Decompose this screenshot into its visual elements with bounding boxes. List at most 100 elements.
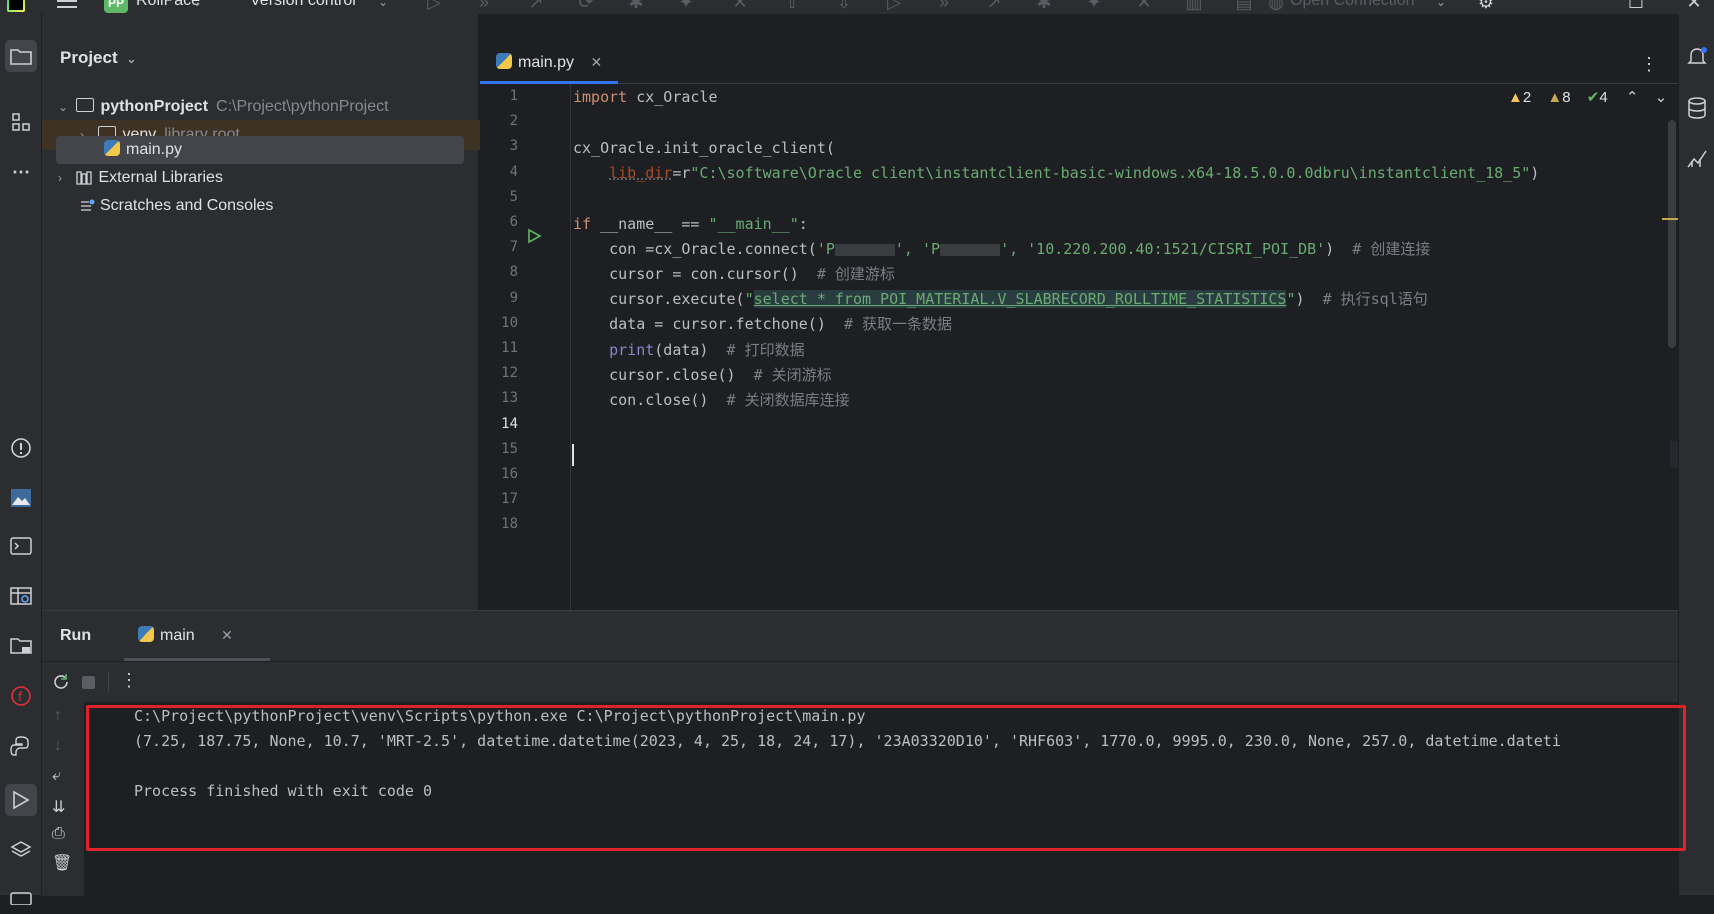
line-number: 18 [501, 516, 518, 533]
project-panel-title[interactable]: Project ⌄ [60, 48, 136, 68]
run-panel-title: Run [60, 627, 92, 644]
arrow-up-icon[interactable]: ↑ [54, 707, 62, 725]
vcs-menu[interactable]: Version control [250, 0, 356, 10]
layers-icon[interactable] [5, 834, 37, 866]
tab-main-py[interactable]: main.py ✕ [480, 42, 618, 84]
more-tools-icon[interactable]: ⋯ [5, 156, 37, 188]
line-number: 2 [509, 113, 518, 130]
project-folder-icon[interactable] [5, 40, 37, 72]
python-console-icon[interactable] [5, 530, 37, 562]
plugin-icon[interactable]: ✦ [676, 0, 696, 11]
code-text: : [798, 215, 808, 233]
line-number-gutter: 1 2 3 4 5 6 7 8 9 10 11 12 13 14 15 16 17 18 [480, 84, 570, 610]
scratches-icon [80, 191, 98, 221]
tree-item-scratches[interactable]: Scratches and Consoles [42, 191, 517, 221]
rerun-icon[interactable] [51, 672, 71, 692]
line-number: 17 [501, 491, 518, 508]
line-number: 14 [501, 415, 518, 432]
code-text: cursor.close() [609, 366, 736, 384]
svg-text:f: f [18, 690, 23, 704]
run-icon[interactable]: ▷ [424, 0, 444, 11]
plugin-icon[interactable]: ✦ [1084, 0, 1104, 11]
run-panel-header: Run main ✕ [42, 611, 1678, 661]
code-string: " [744, 290, 754, 308]
step-icon[interactable]: ↗ [984, 0, 1004, 11]
sync-icon[interactable]: ⟳ [576, 0, 596, 11]
tree-item-project-root[interactable]: ⌄ pythonProject C:\Project\pythonProject [42, 92, 495, 122]
clipboard-icon[interactable]: ▤ [1234, 0, 1254, 11]
project-panel: Project ⌄ ⌄ pythonProject C:\Project\pyth… [42, 14, 517, 610]
project-root-path: C:\Project\pythonProject [216, 98, 389, 115]
line-number: 16 [501, 466, 518, 482]
close-icon[interactable]: ✕ [730, 0, 750, 11]
code-comment: # 执行sql语句 [1322, 290, 1428, 308]
print-icon[interactable]: ⎙ [52, 825, 65, 843]
step-icon[interactable]: ↗ [526, 0, 546, 11]
run-gutter-icon[interactable] [526, 228, 542, 244]
image-viewer-icon[interactable] [5, 482, 37, 514]
code-editor[interactable]: import cx_Oracle cx_Oracle.init_oracle_c… [570, 84, 1670, 610]
inspection-widget[interactable]: ▲2 ▲8 ✔4 ⌃ ⌄ [1508, 88, 1667, 106]
code-text: __name__ == [591, 215, 709, 233]
database-icon[interactable] [1681, 92, 1713, 124]
close-tab-icon[interactable]: ✕ [221, 627, 233, 643]
run-tab-main[interactable]: main ✕ [124, 611, 270, 661]
f-plugin-icon[interactable]: f [5, 680, 37, 712]
code-text: data = cursor.fetchone() [609, 315, 826, 333]
debug-icon[interactable]: ✱ [1034, 0, 1054, 11]
rerun-icon[interactable]: » [934, 0, 954, 11]
notifications-bell-icon[interactable] [1681, 40, 1713, 72]
close-tab-icon[interactable]: ✕ [590, 54, 602, 70]
maximize-icon[interactable]: ☐ [1626, 0, 1646, 11]
code-line-6: if __name__ == "__main__": [573, 211, 808, 238]
rerun-icon[interactable]: » [474, 0, 494, 11]
terminal-icon[interactable] [5, 882, 37, 914]
settings-gear-icon[interactable]: ⚙ [1476, 0, 1496, 11]
main-menu-icon[interactable] [57, 0, 77, 12]
debug-icon[interactable]: ✱ [626, 0, 646, 11]
run-tool-icon[interactable] [5, 784, 37, 816]
chevron-right-icon[interactable]: › [58, 163, 72, 193]
more-options-icon[interactable]: ⋮ [1640, 54, 1658, 75]
soft-wrap-icon[interactable]: ⤶ [52, 767, 61, 785]
close-icon[interactable]: ✕ [1134, 0, 1154, 11]
chevron-down-icon[interactable]: ⌄ [58, 92, 72, 122]
editor-scrollbar[interactable] [1668, 120, 1676, 348]
code-line-1: import cx_Oracle [573, 84, 718, 111]
structure-icon[interactable] [5, 106, 37, 138]
python-packages-icon[interactable] [5, 730, 37, 762]
more-options-icon[interactable]: ⋮ [120, 670, 138, 691]
services-folder-icon[interactable] [5, 630, 37, 662]
run-icon[interactable]: ▷ [884, 0, 904, 11]
annotation-highlight-box [86, 705, 1686, 851]
open-connection-button[interactable]: Open Connection [1290, 0, 1415, 10]
main-py-label: main.py [126, 141, 183, 158]
data-view-icon[interactable] [5, 580, 37, 612]
line-number: 4 [509, 163, 518, 180]
tree-item-external-libraries[interactable]: › External Libraries [42, 163, 495, 193]
window-close-icon[interactable]: ✕ [1684, 0, 1704, 11]
warning-count: 2 [1522, 89, 1532, 106]
arrow-down-icon[interactable]: ↓ [54, 737, 62, 755]
tree-item-main-py[interactable]: main.py [42, 135, 541, 165]
problems-icon[interactable] [5, 432, 37, 464]
chevron-down-icon: ⌄ [126, 52, 137, 66]
run-side-toolbar: ↑ ↓ ⤶ ⇊ ⎙ 🗑 [42, 701, 84, 896]
code-text: cursor = con.cursor() [609, 265, 799, 283]
trash-icon[interactable]: 🗑 [52, 853, 72, 873]
scroll-to-end-icon[interactable]: ⇊ [52, 797, 65, 817]
code-text: cx_Oracle [627, 88, 718, 106]
stop-icon[interactable] [82, 676, 95, 689]
minimize-icon[interactable]: — [1568, 0, 1584, 6]
sciview-icon[interactable] [1681, 142, 1713, 174]
download-icon[interactable]: ⇩ [834, 0, 854, 11]
layout-icon[interactable]: ▥ [1184, 0, 1204, 11]
upload-icon[interactable]: ⇧ [782, 0, 802, 11]
scratches-label: Scratches and Consoles [100, 197, 274, 214]
editor-tab-bar: main.py ✕ ⋮ [480, 14, 1678, 84]
chevron-down-icon[interactable]: ⌄ [1655, 89, 1668, 106]
chevron-up-icon[interactable]: ⌃ [1626, 89, 1639, 106]
redacted-block [940, 243, 1001, 256]
project-switcher[interactable]: RollPace [136, 0, 200, 10]
code-text: ) [1295, 290, 1305, 308]
